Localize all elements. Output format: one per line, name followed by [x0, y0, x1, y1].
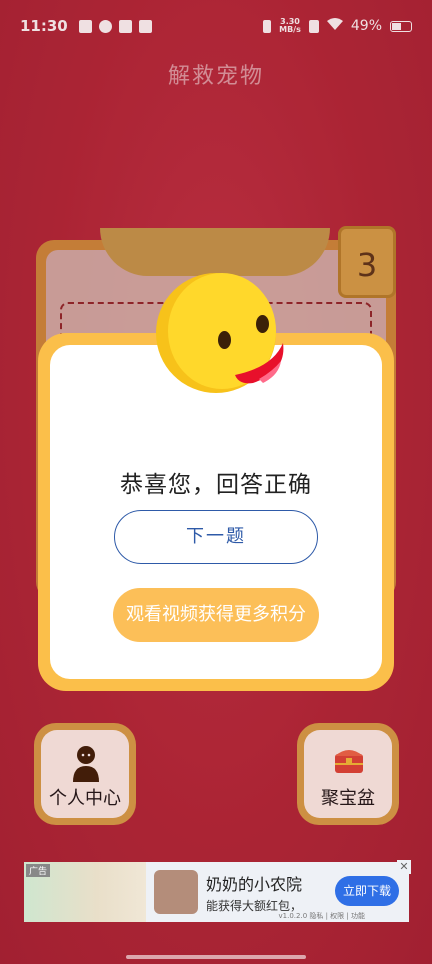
smiley-eye-left [218, 331, 231, 349]
ad-meta: v1.0.2.0 隐私 | 权限 | 功能 [278, 912, 365, 920]
ad-banner[interactable]: 广告 奶奶的小农院 能获得大额红包， 立即下载 ✕ v1.0.2.0 隐私 | … [24, 860, 411, 922]
watch-video-button[interactable]: 观看视频获得更多积分 [113, 588, 319, 642]
smiley-mouth [235, 343, 284, 384]
ad-tag: 广告 [26, 864, 51, 877]
result-message: 恭喜您，回答正确 [120, 472, 312, 498]
next-question-button[interactable]: 下一题 [114, 510, 318, 564]
ad-close-icon[interactable]: ✕ [397, 860, 411, 874]
smiley-face-icon [156, 273, 284, 393]
smiley-face-front [168, 273, 284, 389]
ad-thumbnail: 广告 [24, 862, 146, 922]
ad-avatar [154, 870, 198, 914]
home-indicator[interactable] [126, 955, 306, 959]
ad-download-button[interactable]: 立即下载 [335, 876, 399, 906]
smiley-eye-right [256, 315, 269, 333]
